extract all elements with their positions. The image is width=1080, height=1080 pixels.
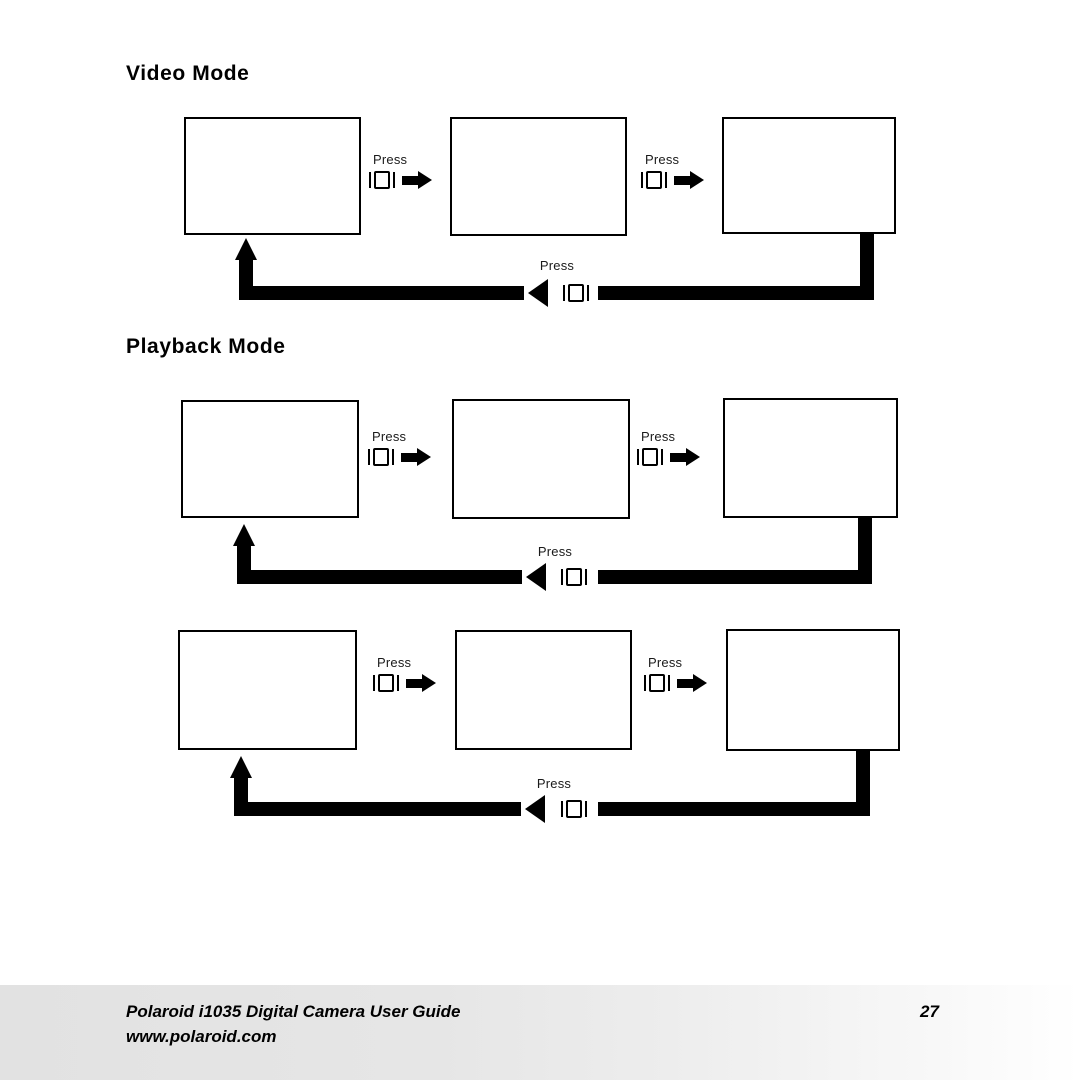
press-label: Press [377,655,412,670]
screen-preview-box [178,630,357,750]
footer-guide-title: Polaroid i1035 Digital Camera User Guide [126,1002,461,1021]
press-label: Press [536,776,572,791]
loop-vertical-segment [234,776,248,816]
arrow-up-icon [230,756,252,778]
transition-press-group: Press [644,655,740,692]
footer-website-url: www.polaroid.com [126,1027,277,1046]
loop-horizontal-segment-right [598,802,870,816]
transition-press-group: Press [519,776,589,791]
mode-button-icon[interactable] [644,674,670,692]
mode-button-icon[interactable] [373,674,399,692]
loop-horizontal-segment-left [241,802,521,816]
screen-preview-box [726,629,900,751]
transition-press-group: Press [373,655,469,692]
arrow-right-icon [677,674,707,692]
arrow-right-icon [406,674,436,692]
playback-mode-flow-diagram-2: Press Press Press [0,0,1080,840]
manual-page: Video Mode Press Press Press Playback Mo… [0,0,1080,1080]
screen-preview-box [455,630,632,750]
page-number: 27 [920,1002,939,1021]
mode-button-icon[interactable] [561,800,587,818]
page-footer: Polaroid i1035 Digital Camera User Guide… [0,985,1080,1080]
press-label: Press [648,655,683,670]
arrow-left-icon [525,795,545,823]
footer-product-line: Polaroid i1035 Digital Camera User Guide… [126,999,460,1049]
